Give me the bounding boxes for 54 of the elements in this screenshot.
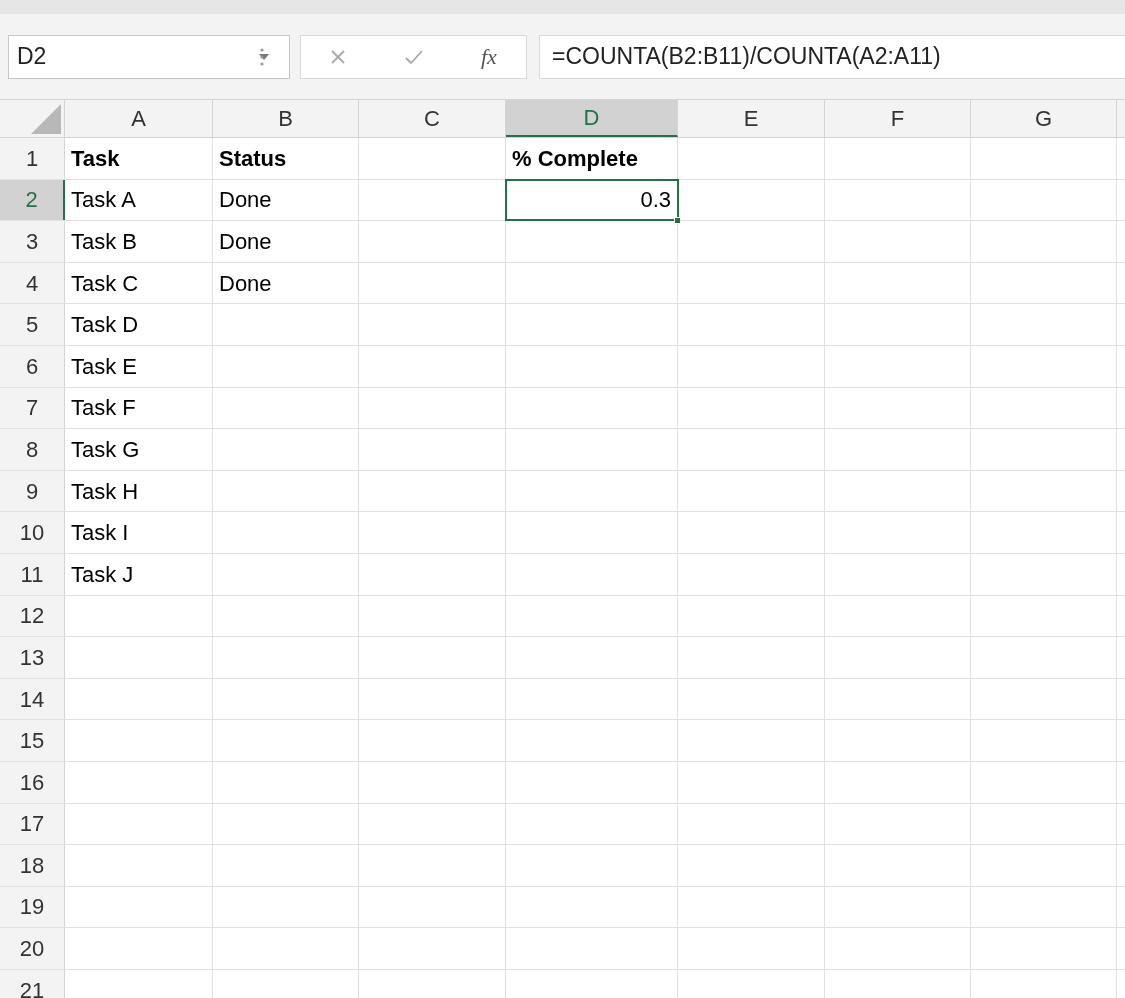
table-cell[interactable]: Done xyxy=(213,179,359,221)
column-header[interactable]: D xyxy=(506,100,678,137)
check-icon[interactable] xyxy=(404,48,423,65)
row-header[interactable]: 9 xyxy=(0,470,65,512)
row-header[interactable]: 11 xyxy=(0,553,65,595)
table-cell[interactable]: Task H xyxy=(65,470,213,512)
row-header[interactable]: 6 xyxy=(0,345,65,387)
row-header[interactable]: 13 xyxy=(0,637,65,678)
row-header[interactable]: 18 xyxy=(0,845,65,886)
table-cell[interactable]: Task D xyxy=(65,304,213,345)
column-header[interactable]: E xyxy=(678,100,825,137)
row-header[interactable]: 16 xyxy=(0,761,65,803)
table-cell[interactable]: 0.3 xyxy=(506,179,678,221)
row-header[interactable]: 15 xyxy=(0,720,65,761)
column-header[interactable]: B xyxy=(213,100,359,137)
table-cell[interactable]: Task xyxy=(65,138,213,179)
row-header[interactable]: 1 xyxy=(0,138,65,179)
row-header[interactable]: 10 xyxy=(0,512,65,553)
formula-text: =COUNTA(B2:B11)/COUNTA(A2:A11) xyxy=(552,42,941,72)
fill-handle[interactable] xyxy=(674,217,681,225)
table-cell[interactable]: Task F xyxy=(65,387,213,429)
column-header[interactable]: A xyxy=(65,100,213,137)
name-box[interactable]: D2 xyxy=(8,34,290,79)
table-cell[interactable]: Task E xyxy=(65,345,213,387)
row-header[interactable]: 21 xyxy=(0,969,65,998)
dropdown-icon[interactable] xyxy=(259,53,269,60)
table-cell[interactable]: Status xyxy=(213,138,359,179)
row-header[interactable]: 12 xyxy=(0,595,65,637)
row-header[interactable]: 5 xyxy=(0,304,65,345)
formula-field[interactable]: =COUNTA(B2:B11)/COUNTA(A2:A11) xyxy=(539,34,1125,79)
insert-function-button[interactable]: fx xyxy=(480,40,497,73)
table-cell[interactable]: Done xyxy=(213,262,359,304)
column-header[interactable]: F xyxy=(825,100,971,137)
column-header[interactable]: G xyxy=(971,100,1117,137)
table-cell[interactable]: Task G xyxy=(65,429,213,470)
cancel-icon[interactable] xyxy=(330,48,347,65)
row-header[interactable]: 20 xyxy=(0,928,65,969)
table-cell[interactable]: Task B xyxy=(65,221,213,262)
row-header[interactable]: 17 xyxy=(0,803,65,845)
row-header[interactable]: 14 xyxy=(0,678,65,720)
table-cell[interactable]: Done xyxy=(213,221,359,262)
table-cell[interactable]: Task I xyxy=(65,512,213,553)
cell-reference: D2 xyxy=(17,42,47,72)
row-header[interactable]: 7 xyxy=(0,387,65,429)
row-header[interactable]: 3 xyxy=(0,221,65,262)
row-header[interactable]: 19 xyxy=(0,886,65,928)
select-all-icon[interactable] xyxy=(31,104,61,134)
row-header[interactable]: 2 xyxy=(0,179,65,221)
table-cell[interactable]: Task A xyxy=(65,179,213,221)
row-header[interactable]: 4 xyxy=(0,262,65,304)
row-header[interactable]: 8 xyxy=(0,429,65,470)
table-cell[interactable]: Task J xyxy=(65,553,213,595)
table-cell[interactable]: % Complete xyxy=(506,138,678,179)
table-cell[interactable]: Task C xyxy=(65,262,213,304)
